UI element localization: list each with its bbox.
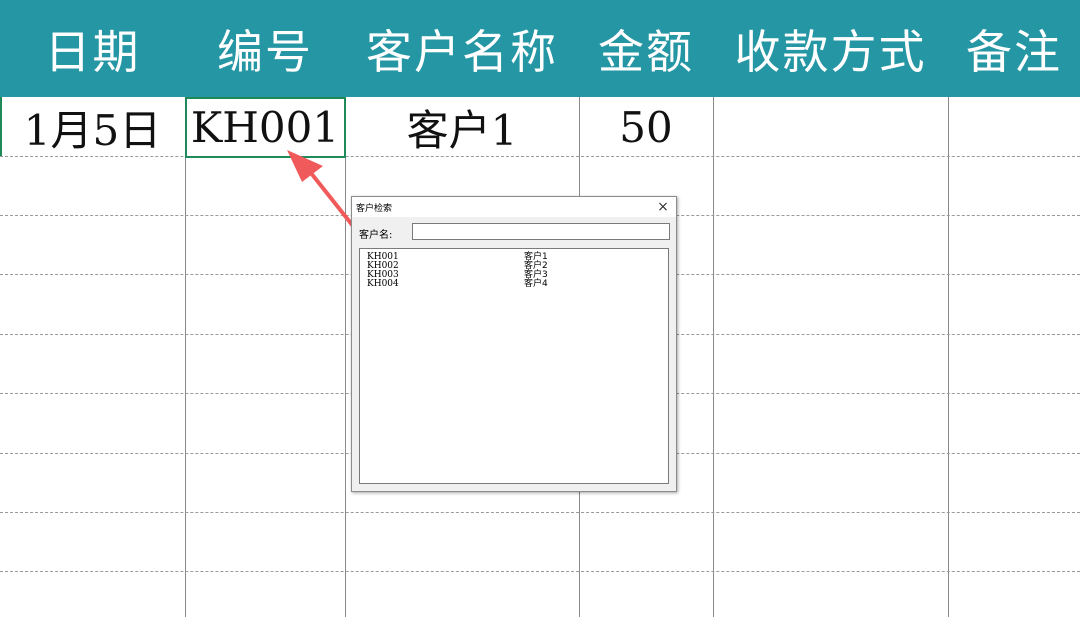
close-icon[interactable]: × — [654, 198, 672, 216]
search-input[interactable] — [412, 223, 670, 240]
search-label: 客户名: — [359, 230, 393, 241]
list-item[interactable]: KH004 客户4 — [360, 280, 668, 289]
list-item-code: KH004 — [367, 279, 399, 289]
list-item[interactable]: KH003 客户3 — [360, 271, 668, 280]
customer-list[interactable]: KH001 客户1 KH002 客户2 KH003 客户3 KH004 客户4 — [359, 248, 669, 484]
list-item-name: 客户4 — [524, 279, 548, 289]
dialog-titlebar[interactable]: 客户检索 × — [352, 197, 676, 217]
list-item[interactable]: KH001 客户1 — [360, 253, 668, 262]
list-item[interactable]: KH002 客户2 — [360, 262, 668, 271]
dialog-title: 客户检索 — [356, 204, 393, 214]
customer-search-dialog: 客户检索 × 客户名: KH001 客户1 KH002 客户2 KH003 客户… — [351, 196, 677, 492]
